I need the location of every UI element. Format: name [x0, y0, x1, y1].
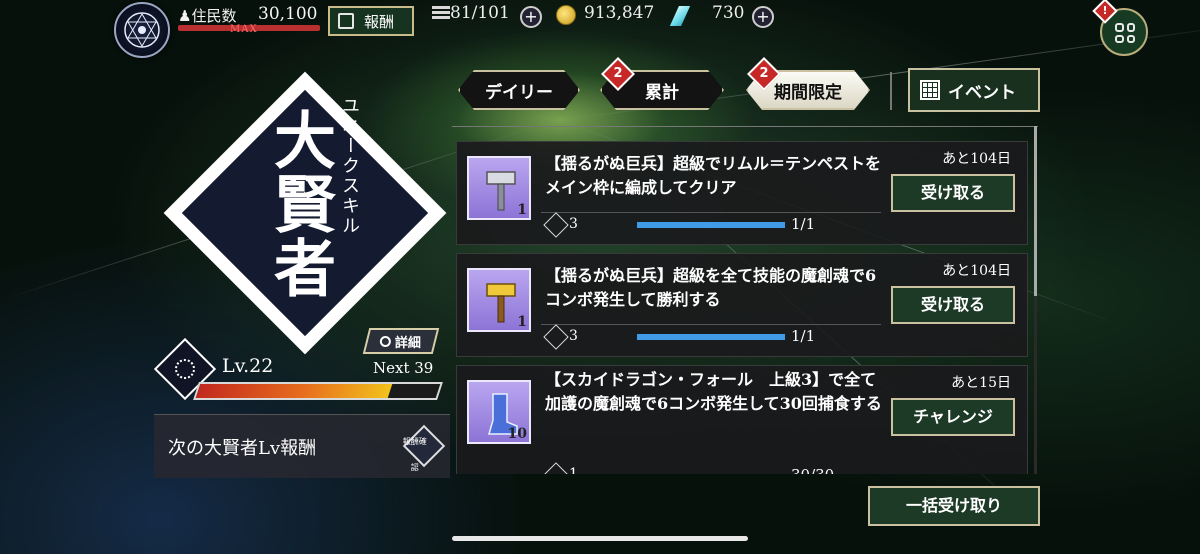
tab-cumulative-label: 累計 — [645, 82, 679, 103]
mission-title: 【スカイドラゴン・フォール 上級3】で全て加護の魔創魂で6コンボ発生して30回捕… — [545, 370, 882, 413]
gift-icon — [338, 13, 354, 29]
gold-hammer-icon — [486, 283, 516, 323]
mission-points: 3 — [569, 328, 578, 344]
mission-title: 【揺るがぬ巨兵】超級でリムル＝テンペストをメイン枠に編成してクリア — [545, 154, 882, 197]
population-value: 30,100 — [258, 4, 318, 24]
tab-daily[interactable]: デイリー — [458, 70, 580, 110]
claim-button[interactable]: 受け取る — [891, 286, 1015, 324]
claim-all-button[interactable]: 一括受け取り — [868, 486, 1040, 526]
mission-progress-text: 30/30 — [791, 466, 834, 474]
mission-progress-bar — [637, 334, 785, 340]
skill-name: 大賢者 — [263, 108, 336, 300]
mission-progress-bar — [637, 222, 785, 228]
magnifier-icon — [380, 335, 392, 347]
reward-confirm-icon[interactable]: 報酬確認 — [402, 424, 446, 472]
resident-icon: ♟ — [178, 7, 192, 25]
mission-item: 10 【スカイドラゴン・フォール 上級3】で全て加護の魔創魂で6コンボ発生して3… — [456, 365, 1028, 474]
next-level-reward-panel[interactable]: 次の大賢者Lv報酬 報酬確認 — [154, 414, 450, 478]
mission-remaining-days: あと104日 — [942, 263, 1011, 279]
mission-item: 1 【揺るがぬ巨兵】超級を全て技能の魔創魂で6コンボ発生して勝利する 3 1/1… — [456, 253, 1028, 357]
stamina-value: 81/101 — [450, 3, 510, 23]
tab-limited-badge-count: 2 — [759, 66, 769, 81]
stamina-icon — [432, 6, 450, 20]
top-bar: ♟住民数 30,100 MAX 報酬 81/101 + 913,847 730 … — [0, 0, 1200, 58]
mission-point-icon — [543, 324, 569, 350]
reward-item-slot[interactable]: 10 — [467, 380, 531, 444]
mission-point-icon — [543, 212, 569, 238]
tab-cumulative-badge-count: 2 — [613, 66, 623, 81]
mission-progress-fill — [637, 334, 785, 340]
reward-quantity: 1 — [517, 202, 527, 218]
gold-value: 913,847 — [584, 3, 655, 23]
home-indicator[interactable] — [452, 536, 748, 541]
mission-point-icon — [543, 462, 569, 474]
mission-points: 3 — [569, 216, 578, 232]
level-progress-bar — [193, 382, 443, 400]
add-crystal-button[interactable]: + — [752, 6, 774, 28]
crystal-icon — [670, 6, 690, 26]
tab-daily-label: デイリー — [485, 82, 553, 103]
reward-confirm-label: 報酬確認 — [402, 437, 427, 473]
mission-progress-text: 1/1 — [791, 215, 816, 233]
mission-list[interactable]: 1 【揺るがぬ巨兵】超級でリムル＝テンペストをメイン枠に編成してクリア 3 1/… — [452, 126, 1038, 474]
menu-alert-text: ! — [1102, 4, 1108, 17]
gold-coin-icon — [556, 5, 576, 25]
population-label: ♟住民数 — [178, 5, 236, 26]
mission-divider — [541, 324, 881, 325]
grid-menu-icon — [1115, 23, 1135, 43]
skill-level: Lv.22 — [222, 355, 274, 377]
add-stamina-button[interactable]: + — [520, 6, 542, 28]
event-button-label: イベント — [948, 82, 1016, 103]
skill-detail-button[interactable]: 詳細 — [362, 328, 440, 354]
player-emblem-icon[interactable] — [114, 2, 170, 58]
level-progress-fill — [195, 384, 393, 398]
tab-limited-label: 期間限定 — [774, 82, 842, 103]
tab-divider — [890, 72, 892, 110]
skill-detail-label: 詳細 — [395, 335, 422, 351]
mission-progress-fill — [637, 222, 785, 228]
population-label-text: 住民数 — [191, 7, 237, 25]
mission-divider — [541, 212, 881, 213]
skill-type: ユニークスキル — [339, 96, 360, 236]
population-max-label: MAX — [230, 24, 258, 35]
reward-item-slot[interactable]: 1 — [467, 156, 531, 220]
silver-hammer-icon — [486, 171, 516, 211]
reward-button-label: 報酬 — [364, 12, 395, 31]
mission-list-scroll-thumb[interactable] — [1034, 126, 1037, 296]
reward-item-slot[interactable]: 1 — [467, 268, 531, 332]
mission-remaining-days: あと104日 — [942, 151, 1011, 167]
reward-quantity: 10 — [507, 426, 527, 442]
claim-button[interactable]: 受け取る — [891, 174, 1015, 212]
event-button[interactable]: イベント — [908, 68, 1040, 112]
reward-button[interactable]: 報酬 — [328, 6, 414, 36]
calendar-icon — [920, 80, 940, 100]
next-level-reward-label: 次の大賢者Lv報酬 — [168, 438, 317, 459]
mission-title: 【揺るがぬ巨兵】超級を全て技能の魔創魂で6コンボ発生して勝利する — [545, 266, 877, 309]
mission-points: 1 — [569, 466, 578, 474]
mission-progress-text: 1/1 — [791, 327, 816, 345]
mission-item: 1 【揺るがぬ巨兵】超級でリムル＝テンペストをメイン枠に編成してクリア 3 1/… — [456, 141, 1028, 245]
next-level-exp: Next 39 — [373, 359, 434, 377]
crystal-value: 730 — [712, 3, 745, 23]
reward-quantity: 1 — [517, 314, 527, 330]
challenge-button[interactable]: チャレンジ — [891, 398, 1015, 436]
mission-remaining-days: あと15日 — [951, 375, 1011, 391]
